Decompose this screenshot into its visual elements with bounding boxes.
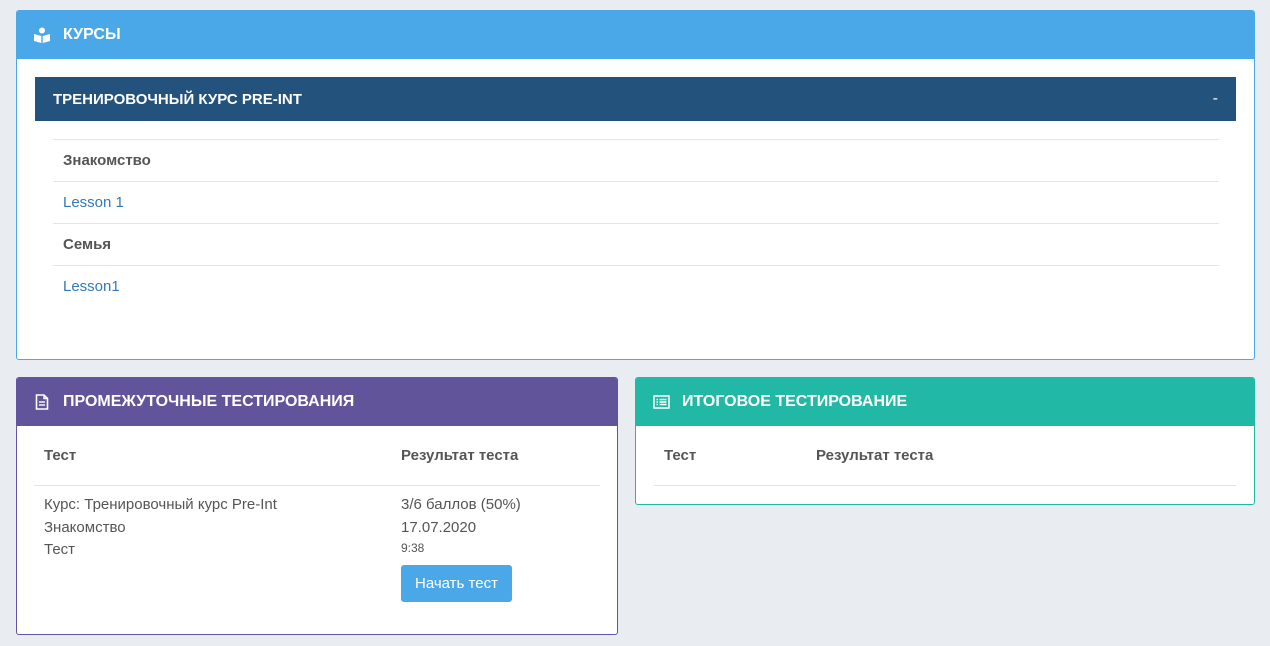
lesson-link[interactable]: Lesson 1 <box>53 181 1219 223</box>
test-cell: Курс: Тренировочный курс Pre-Int Знакомс… <box>34 494 401 602</box>
course-title: ТРЕНИРОВОЧНЫЙ КУРС PRE-INT <box>53 90 302 108</box>
table-header: Тест Результат теста <box>654 426 1236 486</box>
lesson-list: Знакомство Lesson 1 Семья Lesson1 <box>53 139 1219 307</box>
column-result: Результат теста <box>401 447 519 464</box>
result-cell: 3/6 баллов (50%) 17.07.2020 9:38 Начать … <box>401 494 521 602</box>
courses-panel-title: КУРСЫ <box>63 26 121 43</box>
section-title: Знакомство <box>53 139 1219 181</box>
intermediate-tests-title: ПРОМЕЖУТОЧНЫЕ ТЕСТИРОВАНИЯ <box>63 393 355 410</box>
test-time: 9:38 <box>401 541 425 555</box>
section-title: Семья <box>53 223 1219 265</box>
list-icon <box>652 393 670 411</box>
final-test-header: ИТОГОВОЕ ТЕСТИРОВАНИЕ <box>636 378 1254 426</box>
column-result: Результат теста <box>816 447 934 464</box>
test-date: 17.07.2020 <box>401 518 477 536</box>
course-accordion-header[interactable]: ТРЕНИРОВОЧНЫЙ КУРС PRE-INT - <box>35 77 1236 121</box>
final-test-title: ИТОГОВОЕ ТЕСТИРОВАНИЕ <box>682 393 908 410</box>
table-row: Курс: Тренировочный курс Pre-Int Знакомс… <box>34 494 600 602</box>
test-name-line: Тест <box>44 541 76 558</box>
collapse-toggle[interactable]: - <box>1213 90 1218 108</box>
intermediate-tests-panel: ПРОМЕЖУТОЧНЫЕ ТЕСТИРОВАНИЯ Тест Результа… <box>16 377 618 635</box>
start-test-button[interactable]: Начать тест <box>401 565 512 602</box>
lesson-link[interactable]: Lesson1 <box>53 265 1219 307</box>
test-score: 3/6 баллов (50%) <box>401 496 521 513</box>
final-test-panel: ИТОГОВОЕ ТЕСТИРОВАНИЕ Тест Результат тес… <box>635 377 1255 505</box>
test-course-line: Курс: Тренировочный курс Pre-Int <box>44 496 277 513</box>
column-test: Тест <box>44 447 77 464</box>
intermediate-tests-header: ПРОМЕЖУТОЧНЫЕ ТЕСТИРОВАНИЯ <box>17 378 617 426</box>
courses-panel-header: КУРСЫ <box>17 11 1254 59</box>
table-header: Тест Результат теста <box>34 426 600 486</box>
courses-panel: КУРСЫ ТРЕНИРОВОЧНЫЙ КУРС PRE-INT - Знако… <box>16 10 1255 360</box>
test-section-line: Знакомство <box>44 518 126 536</box>
document-icon <box>33 393 51 411</box>
column-test: Тест <box>664 447 697 464</box>
reader-icon <box>33 26 51 44</box>
